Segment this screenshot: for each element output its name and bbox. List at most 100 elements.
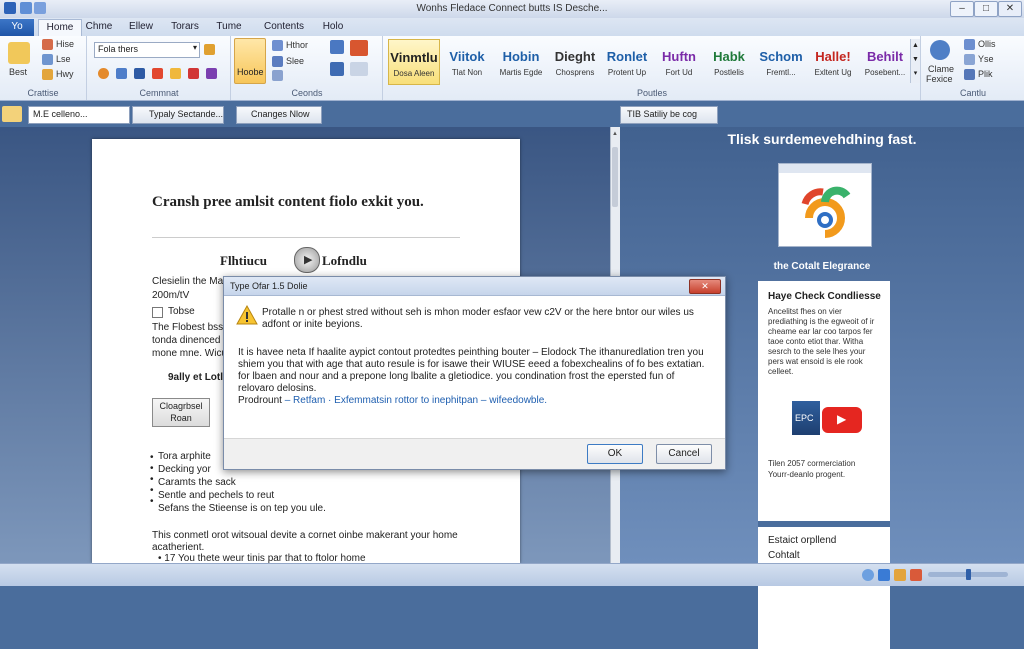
clipboard-group: Best Hise Lse Hwy Crattise (0, 36, 87, 100)
style-item[interactable]: Habk Postlelis (704, 39, 754, 83)
ribbon-tabs: Yo Home Chme Ellew Torars Tume Contents … (0, 18, 1024, 37)
status-icon-3[interactable] (894, 569, 906, 581)
grow-font-icon[interactable] (204, 44, 215, 55)
paste-icon[interactable] (8, 42, 30, 64)
tab-torars[interactable]: Torars (168, 19, 202, 36)
minimize-button[interactable]: – (950, 1, 974, 17)
right-pane-tab[interactable]: TIB Satiliy be cog (620, 106, 718, 124)
style-item-name: Behilt (866, 49, 904, 64)
tab-tume[interactable]: Tume (214, 19, 244, 36)
status-icon-1[interactable] (862, 569, 874, 581)
status-icon-4[interactable] (910, 569, 922, 581)
cancel-button[interactable]: Cancel (656, 444, 712, 464)
highlight-icon[interactable] (170, 68, 181, 79)
style-item[interactable]: Schom Fremtl... (756, 39, 806, 83)
style-item[interactable]: Viitok Tlat Non (442, 39, 492, 83)
style-item[interactable]: Dieght Chosprens (550, 39, 600, 83)
scroll-up-icon[interactable]: ▲ (612, 131, 618, 137)
underline-icon[interactable] (134, 68, 145, 79)
logo-icon (779, 164, 871, 238)
style-item[interactable]: Hobin Martis Egde (496, 39, 546, 83)
font-name-dropdown[interactable]: Fola thers ▾ (94, 42, 200, 58)
para-line: The Flobest bss (152, 322, 224, 333)
right-pane-title: Tlisk surdemevehdhing fast. (727, 131, 917, 147)
chevron-down-icon[interactable]: ▾ (120, 107, 128, 121)
styles-scroll[interactable]: ▲ ▼ ▾ (910, 39, 920, 83)
editing-item2[interactable]: Yse (978, 54, 994, 64)
style-item-name: Viitok (449, 49, 485, 64)
bullet-item: Tora arphite (158, 451, 211, 462)
dialog-close-button[interactable]: ✕ (689, 279, 721, 294)
tab-home[interactable]: Home (38, 19, 82, 37)
doc-line1: Clesielin the Ma (152, 276, 224, 287)
video-thumbnail[interactable]: EPC (792, 401, 820, 435)
zoom-slider-thumb[interactable] (966, 569, 971, 580)
style-item[interactable]: Vinmtlu Dosa Aleen (388, 39, 440, 85)
zoom-slider[interactable] (928, 569, 1008, 580)
format-painter-icon[interactable] (42, 69, 53, 80)
picture-icon[interactable] (350, 40, 368, 56)
info-card-line: pers wat ensoid is ele rook (768, 357, 863, 366)
editing-item1[interactable]: Ollis (978, 39, 996, 49)
nav-right-label[interactable]: Lofndlu (322, 253, 367, 269)
align-icon[interactable] (330, 40, 344, 54)
editing-big-label2: Fexice (926, 74, 953, 84)
style-item-name: Dieght (554, 49, 596, 64)
document-dropdown[interactable]: M.E celleno... (28, 106, 130, 124)
editing-item3[interactable]: Plik (978, 69, 993, 79)
font-name-value: Fola thers (98, 44, 139, 54)
format-painter-label[interactable]: Hwy (56, 69, 74, 79)
document-icon[interactable] (2, 106, 22, 122)
paste-label: Best (9, 67, 28, 77)
paragraph-big-button[interactable]: Hoobe (234, 38, 266, 84)
font-color-icon[interactable] (206, 68, 217, 79)
style-item[interactable]: Ronlet Protent Up (602, 39, 652, 83)
tab-ellew[interactable]: Ellew (126, 19, 156, 36)
select-icon[interactable] (964, 54, 975, 65)
checkbox[interactable] (152, 307, 163, 318)
cut-icon[interactable] (42, 39, 53, 50)
changes-button[interactable]: Cnanges Nlow (236, 106, 322, 124)
indent-icon[interactable] (272, 70, 283, 81)
bullets-icon[interactable] (272, 40, 283, 51)
right-pane-tab-label: TIB Satiliy be cog (627, 109, 698, 119)
dialog-link[interactable]: – Retfam · Exfemmatsin rottor to inephit… (285, 395, 547, 406)
maximize-button[interactable]: □ (974, 1, 998, 17)
shading-icon[interactable] (350, 62, 368, 76)
chevron-down-icon: ▾ (192, 43, 197, 52)
dialog-message1: Protalle n or phest stred without seh is… (262, 307, 694, 330)
scroll-thumb[interactable] (612, 147, 618, 207)
alert-dialog: Type Ofar 1.5 Dolie ✕ Protalle n or phes… (223, 276, 726, 470)
close-button[interactable]: ✕ (998, 1, 1022, 17)
bold-icon[interactable] (98, 68, 109, 79)
dialog-title-bar[interactable]: Type Ofar 1.5 Dolie ✕ (224, 277, 725, 296)
side-button[interactable]: Cloagrbsel Roan (152, 398, 210, 427)
tab-file[interactable]: Yo (0, 19, 34, 36)
clear-format-icon[interactable] (188, 68, 199, 79)
status-icon-2[interactable] (878, 569, 890, 581)
copy-label[interactable]: Lse (56, 54, 71, 64)
play-icon[interactable]: ▶ (294, 247, 320, 273)
paragraph-item2[interactable]: Slee (286, 56, 304, 66)
sort-icon[interactable] (330, 62, 344, 76)
tab-contents[interactable]: Contents (262, 19, 306, 36)
logo-card[interactable] (778, 163, 872, 247)
nav-left-label[interactable]: Flhtiucu (220, 253, 267, 269)
find-icon[interactable] (930, 40, 950, 60)
cut-label[interactable]: Hise (56, 39, 74, 49)
tab-holo[interactable]: Holo (318, 19, 348, 36)
options-icon[interactable] (964, 69, 975, 80)
style-item[interactable]: Halle! Exltent Ug (808, 39, 858, 83)
style-item[interactable]: Huftn Fort Ud (654, 39, 704, 83)
italic-icon[interactable] (116, 68, 127, 79)
style-item[interactable]: Behilt Posebent... (860, 39, 910, 83)
copy-icon[interactable] (42, 54, 53, 65)
paragraph-item1[interactable]: Hthor (286, 40, 308, 50)
section-button[interactable]: Typaly Sectande... (132, 106, 224, 124)
strikethrough-icon[interactable] (152, 68, 163, 79)
tab-chme[interactable]: Chme (84, 19, 114, 36)
ok-button[interactable]: OK (587, 444, 643, 464)
replace-icon[interactable] (964, 39, 975, 50)
numbering-icon[interactable] (272, 56, 283, 67)
youtube-play-icon[interactable]: ▶ (822, 407, 862, 433)
